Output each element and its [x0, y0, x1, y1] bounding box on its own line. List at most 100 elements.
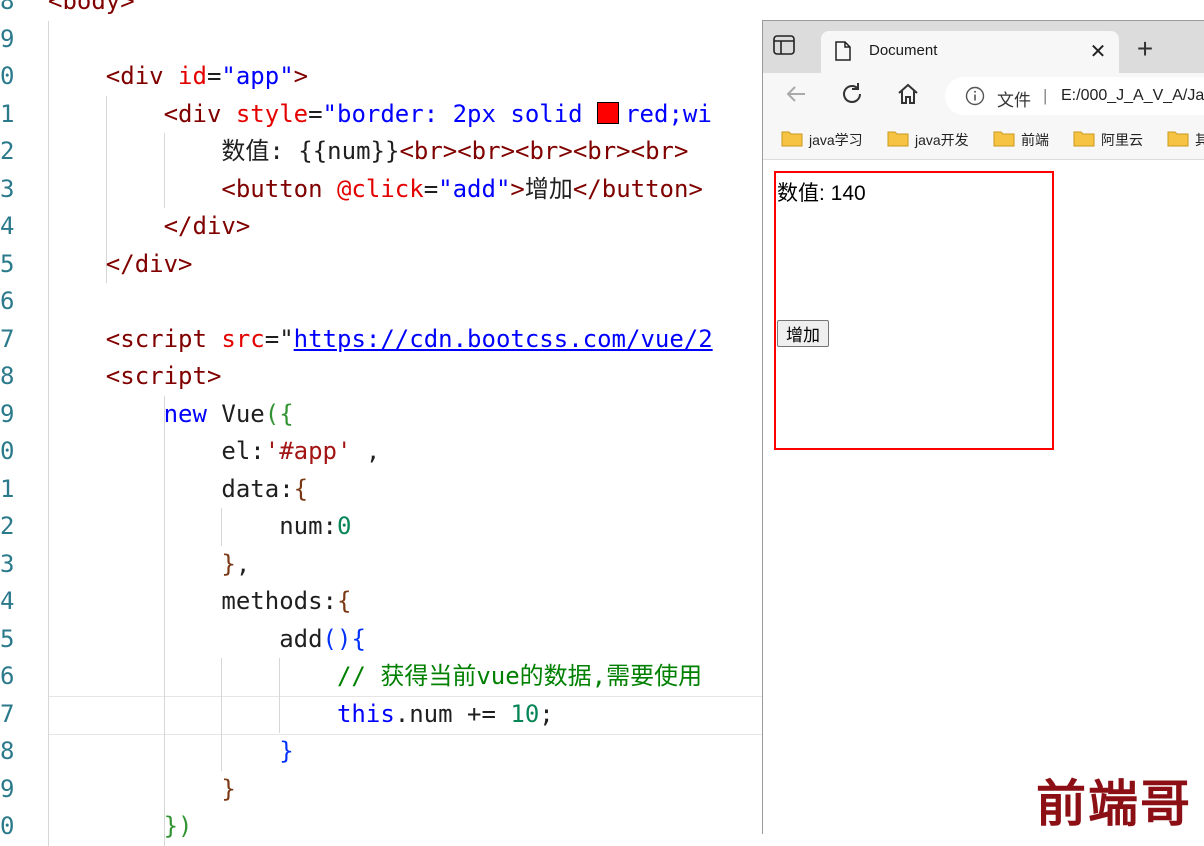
code-token: {	[336, 587, 352, 615]
browser-toolbar: 文件 | E:/000_J_A_V_A/Jav	[763, 73, 1204, 119]
line-number: 0	[0, 812, 15, 840]
code-line[interactable]: <button @click="add">增加</button>	[48, 171, 703, 209]
code-line[interactable]: 数值: {{num}}<br><br><br><br><br>	[48, 133, 688, 171]
line-number: 7	[0, 699, 15, 728]
code-token: </div>	[163, 212, 251, 240]
code-token: <script>	[105, 362, 222, 390]
code-token: <div	[105, 62, 179, 90]
code-token: ="	[264, 324, 294, 353]
tab-actions-icon[interactable]	[773, 35, 809, 67]
code-line[interactable]: new Vue({	[48, 396, 294, 434]
folder-icon	[993, 129, 1015, 150]
code-line[interactable]: <body>	[48, 0, 135, 21]
code-line[interactable]: }	[48, 733, 293, 771]
line-number: 3	[0, 174, 15, 203]
line-number: 1	[0, 99, 15, 128]
close-tab-icon[interactable]: ✕	[1087, 39, 1109, 64]
code-token: }	[221, 549, 236, 578]
line-number: 8	[0, 737, 15, 765]
tab-document[interactable]: Document ✕	[821, 31, 1119, 73]
code-token: }	[221, 774, 236, 803]
line-number: 6	[0, 287, 15, 315]
code-line[interactable]: <div style="border: 2px solid red;wi	[48, 96, 712, 134]
back-icon[interactable]	[783, 81, 813, 111]
folder-icon	[1073, 129, 1095, 150]
info-icon[interactable]	[965, 86, 985, 111]
folder-icon	[887, 129, 909, 150]
code-token: methods:	[48, 587, 337, 615]
code-token: '#app'	[264, 437, 352, 465]
code-line[interactable]: }	[48, 771, 236, 809]
code-line[interactable]: </div>	[48, 208, 251, 246]
code-token: style	[235, 99, 309, 128]
code-line[interactable]: </div>	[48, 246, 193, 284]
code-token: // 获得当前vue的数据,需要使用	[336, 662, 703, 690]
color-swatch[interactable]	[597, 101, 620, 124]
home-icon[interactable]	[895, 81, 925, 111]
line-number: 0	[0, 62, 15, 90]
code-token: this	[336, 699, 395, 728]
code-line[interactable]: },	[48, 546, 250, 584]
add-button[interactable]: 增加	[777, 320, 829, 347]
new-tab-icon[interactable]: +	[1131, 35, 1159, 63]
code-line[interactable]: })	[48, 808, 193, 846]
line-number: 5	[0, 624, 15, 653]
line-number: 5	[0, 249, 15, 278]
code-line[interactable]: <script>	[48, 358, 222, 396]
line-number: 7	[0, 324, 15, 353]
code-token: =	[423, 174, 439, 203]
browser-window: Document ✕ + 文件 | E:/000_J_A_V_A/Jav jav…	[762, 20, 1204, 834]
code-line[interactable]: methods:{	[48, 583, 351, 621]
line-number: 4	[0, 212, 15, 240]
code-token: Vue	[221, 399, 265, 428]
code-token: <script	[105, 324, 222, 353]
code-token: data:	[48, 474, 294, 503]
code-line[interactable]: num:0	[48, 508, 351, 546]
code-token: src	[221, 324, 265, 353]
code-token: id	[178, 62, 207, 90]
code-token: (){	[322, 624, 366, 653]
code-token: https://cdn.bootcss.com/vue/2	[293, 324, 713, 353]
code-line[interactable]: this.num += 10;	[48, 696, 554, 734]
line-number: 9	[0, 24, 15, 53]
address-bar[interactable]: 文件 | E:/000_J_A_V_A/Jav	[945, 77, 1204, 115]
page-icon	[835, 41, 851, 66]
line-number: 3	[0, 549, 15, 578]
code-token: ({	[264, 399, 294, 428]
code-line[interactable]: el:'#app' ,	[48, 433, 380, 471]
code-token: 数值: {{num}}	[48, 137, 400, 165]
line-number: 1	[0, 474, 15, 503]
refresh-icon[interactable]	[839, 81, 869, 111]
code-token: <br><br><br><br><br>	[399, 137, 689, 165]
code-token: 0	[336, 512, 352, 540]
code-token: .num +=	[394, 699, 511, 728]
folder-icon	[781, 129, 803, 150]
url-text[interactable]: E:/000_J_A_V_A/Jav	[1061, 87, 1204, 105]
code-line[interactable]: // 获得当前vue的数据,需要使用	[48, 658, 702, 696]
line-number: 2	[0, 512, 15, 540]
code-token: ,	[235, 549, 251, 578]
code-token: "add"	[438, 174, 511, 203]
watermark: 前端哥	[1036, 774, 1192, 833]
code-line[interactable]: <div id="app">	[48, 58, 308, 96]
code-token: new	[163, 399, 222, 428]
code-line[interactable]: <script src="https://cdn.bootcss.com/vue…	[48, 321, 713, 359]
code-token: >	[510, 174, 525, 203]
app-container: 数值: 140 增加	[774, 171, 1054, 450]
omnibox-scheme-label: 文件	[997, 91, 1031, 110]
code-token: "app"	[221, 62, 294, 90]
bookmarks-bar: java学习 java开发 前端 阿里云 其	[763, 119, 1204, 160]
code-line[interactable]: data:{	[48, 471, 308, 509]
code-line[interactable]: add(){	[48, 621, 366, 659]
